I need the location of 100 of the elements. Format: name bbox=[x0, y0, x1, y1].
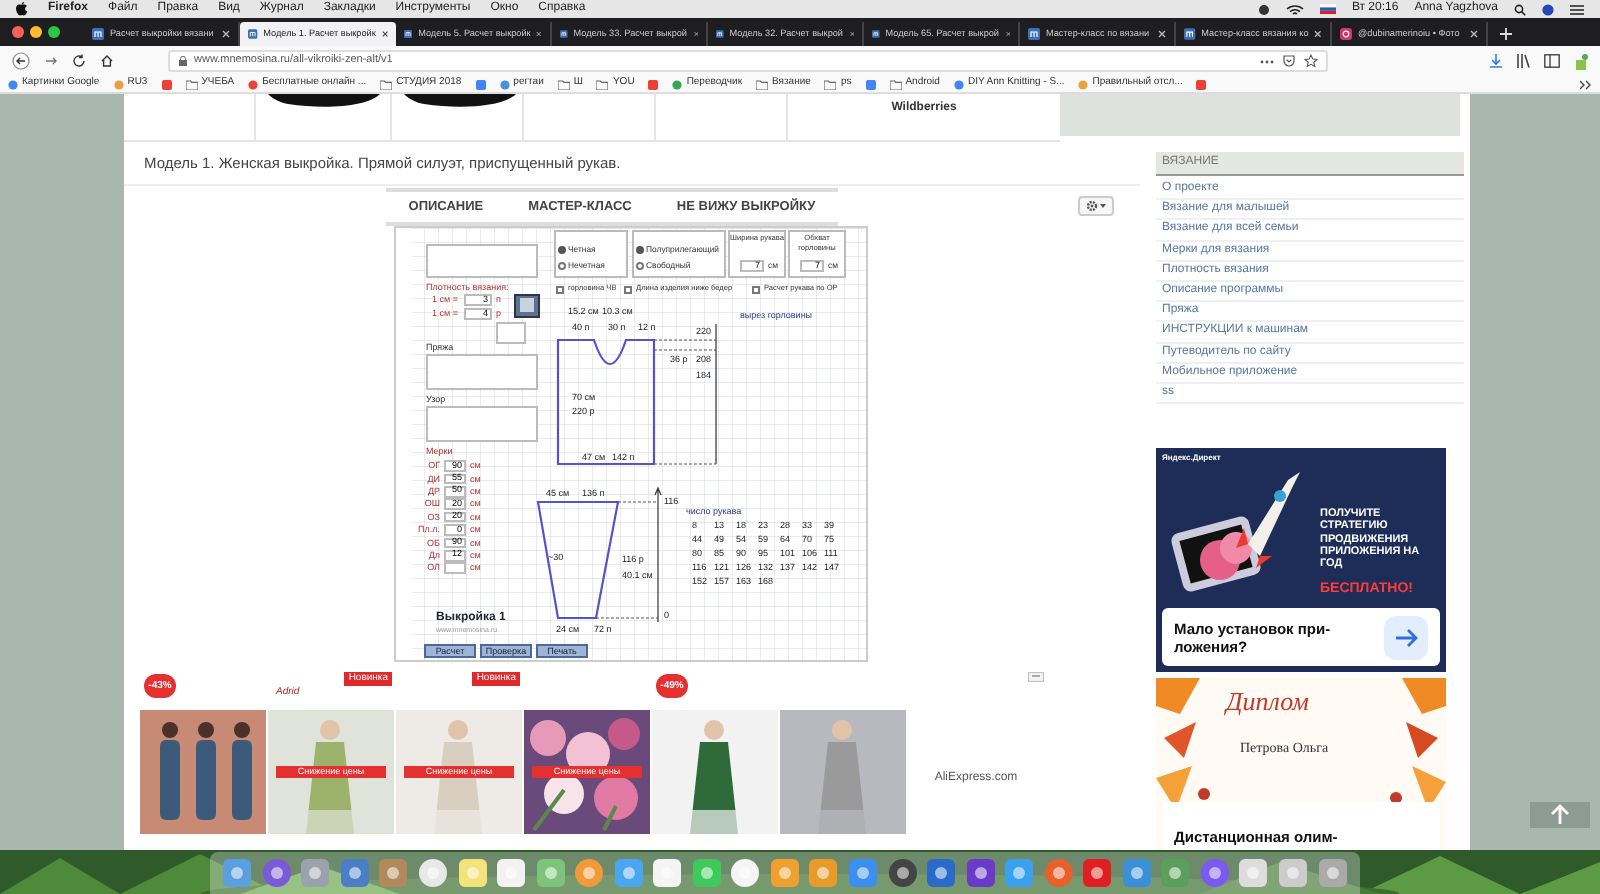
library-icon[interactable] bbox=[1516, 54, 1530, 68]
app-icon[interactable] bbox=[691, 858, 722, 888]
pocket-icon[interactable] bbox=[1282, 54, 1296, 68]
app-icon[interactable] bbox=[1043, 858, 1074, 888]
bookmark-icon[interactable] bbox=[648, 79, 659, 89]
app-icon[interactable] bbox=[1278, 858, 1309, 888]
input-language-icon[interactable] bbox=[1319, 4, 1336, 14]
star-icon[interactable] bbox=[1304, 54, 1318, 68]
app-icon[interactable] bbox=[1160, 858, 1191, 888]
close-icon[interactable] bbox=[693, 30, 698, 38]
scroll-top-button[interactable] bbox=[1530, 802, 1590, 828]
app-icon[interactable] bbox=[418, 858, 448, 888]
ad-options-icon[interactable] bbox=[1028, 672, 1044, 683]
site-icon bbox=[1028, 28, 1040, 40]
app-icon[interactable] bbox=[535, 858, 566, 888]
app-icon[interactable] bbox=[613, 858, 644, 888]
close-icon[interactable] bbox=[381, 30, 388, 38]
site-icon bbox=[248, 79, 259, 89]
product-card[interactable] bbox=[256, 94, 392, 142]
reload-icon[interactable] bbox=[72, 54, 86, 68]
input-field[interactable] bbox=[496, 322, 526, 345]
close-icon[interactable] bbox=[536, 30, 542, 38]
site-icon bbox=[113, 79, 124, 89]
bookmark-icon[interactable] bbox=[161, 79, 172, 89]
app-icon[interactable] bbox=[378, 858, 409, 888]
site-icon bbox=[1078, 79, 1089, 89]
close-icon[interactable] bbox=[1314, 30, 1322, 38]
radio-button[interactable] bbox=[558, 246, 566, 255]
overflow-icon[interactable] bbox=[1580, 79, 1592, 89]
home-icon[interactable] bbox=[100, 54, 114, 68]
close-button[interactable] bbox=[12, 26, 24, 38]
radio-button[interactable] bbox=[636, 262, 644, 271]
app-icon[interactable] bbox=[1121, 858, 1152, 888]
close-icon[interactable] bbox=[1005, 30, 1010, 38]
folder-icon bbox=[824, 79, 837, 89]
app-icon[interactable] bbox=[339, 858, 370, 888]
folder-icon bbox=[596, 79, 609, 89]
wifi-icon[interactable] bbox=[1285, 3, 1304, 15]
app-icon[interactable] bbox=[496, 858, 527, 888]
site-icon bbox=[1184, 28, 1196, 40]
bookmark-icon[interactable] bbox=[1196, 79, 1207, 89]
site-icon bbox=[92, 28, 104, 40]
lock-icon bbox=[178, 56, 188, 66]
checkbox[interactable] bbox=[556, 286, 564, 295]
text-field[interactable] bbox=[426, 354, 538, 391]
app-icon[interactable] bbox=[730, 858, 761, 888]
checkbox[interactable] bbox=[624, 286, 632, 295]
apple-menu-icon[interactable] bbox=[16, 2, 28, 16]
sidebar-icon[interactable] bbox=[1544, 54, 1560, 68]
app-icon[interactable] bbox=[1199, 858, 1230, 888]
app-icon[interactable] bbox=[808, 858, 839, 888]
record-icon[interactable] bbox=[1257, 3, 1270, 15]
folder-icon bbox=[557, 79, 570, 89]
app-icon[interactable] bbox=[848, 858, 879, 888]
save-icon[interactable] bbox=[514, 294, 540, 319]
app-icon[interactable] bbox=[887, 858, 918, 888]
folder-icon bbox=[185, 79, 198, 89]
download-icon[interactable] bbox=[1490, 54, 1502, 68]
search-icon[interactable] bbox=[1514, 3, 1526, 15]
bookmark-icon[interactable] bbox=[865, 79, 876, 89]
diploma-title: Диплом bbox=[1226, 684, 1309, 721]
menu-icon[interactable] bbox=[1570, 3, 1584, 15]
close-icon[interactable] bbox=[1470, 30, 1478, 38]
new-tab-icon[interactable] bbox=[1500, 28, 1512, 40]
app-icon[interactable] bbox=[1317, 858, 1348, 888]
input-field[interactable] bbox=[444, 562, 466, 574]
minimize-button[interactable] bbox=[30, 26, 42, 38]
zoom-button[interactable] bbox=[48, 26, 60, 38]
app-icon[interactable] bbox=[1004, 858, 1035, 888]
site-icon bbox=[404, 28, 413, 40]
radio-button[interactable] bbox=[558, 262, 566, 271]
site-icon bbox=[248, 28, 258, 40]
app-icon[interactable] bbox=[1082, 858, 1113, 888]
app-icon[interactable] bbox=[300, 858, 331, 888]
folder-icon bbox=[380, 79, 393, 89]
folder-icon bbox=[756, 79, 769, 89]
product-card[interactable] bbox=[392, 94, 524, 142]
text-field[interactable] bbox=[426, 244, 538, 279]
gear-icon bbox=[1086, 200, 1098, 213]
app-icon[interactable] bbox=[769, 858, 800, 888]
back-icon[interactable] bbox=[12, 52, 30, 70]
app-icon[interactable] bbox=[652, 858, 683, 888]
checkbox[interactable] bbox=[752, 286, 760, 295]
app-icon[interactable] bbox=[926, 858, 957, 888]
text-field[interactable] bbox=[426, 406, 538, 443]
settings-button[interactable] bbox=[1078, 196, 1114, 217]
app-icon[interactable] bbox=[457, 858, 488, 888]
app-icon[interactable] bbox=[965, 858, 996, 888]
bookmark-icon[interactable] bbox=[475, 79, 486, 89]
app-icon[interactable] bbox=[574, 858, 605, 888]
forward-icon[interactable] bbox=[44, 54, 58, 68]
app-icon[interactable] bbox=[261, 858, 292, 888]
app-icon[interactable] bbox=[222, 858, 253, 888]
close-icon[interactable] bbox=[849, 30, 854, 38]
site-icon bbox=[672, 79, 683, 89]
radio-button[interactable] bbox=[636, 246, 644, 255]
app-icon[interactable] bbox=[1238, 858, 1269, 888]
close-icon[interactable] bbox=[222, 30, 230, 38]
extension-icon[interactable] bbox=[1574, 53, 1588, 69]
close-icon[interactable] bbox=[1158, 30, 1166, 38]
